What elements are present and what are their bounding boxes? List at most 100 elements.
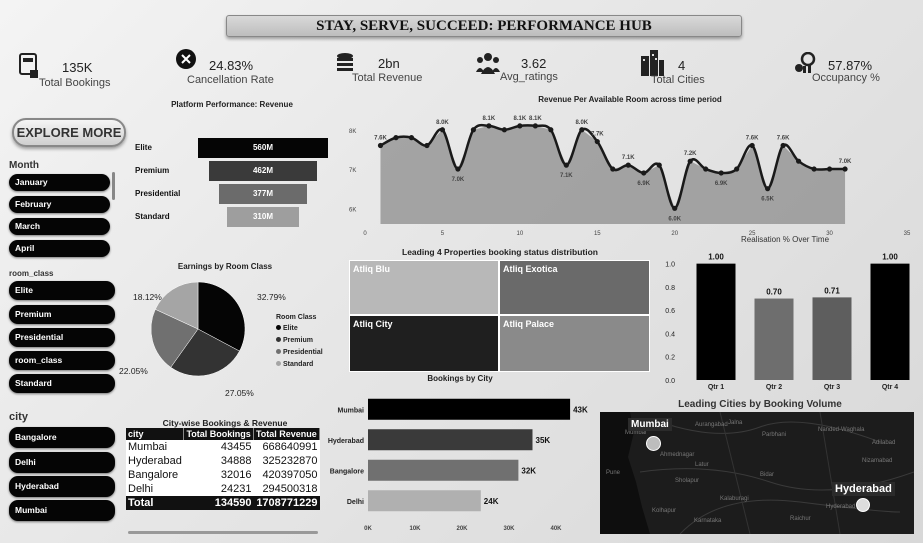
revpar-point[interactable] (470, 127, 476, 133)
bbc-bar[interactable] (368, 429, 533, 451)
revpar-point[interactable] (501, 127, 507, 133)
revpar-point[interactable] (625, 162, 631, 168)
bbc-data-label: 35K (536, 436, 551, 445)
revpar-point[interactable] (641, 170, 647, 176)
revpar-point[interactable] (424, 142, 430, 149)
pie-legend-item[interactable]: Presidential (276, 347, 323, 359)
revpar-point[interactable] (548, 127, 554, 133)
pie-legend: Elite Premium Presidential Standard (276, 323, 323, 371)
revpar-point[interactable] (780, 142, 786, 149)
slicer-item-hyderabad[interactable]: Hyderabad (9, 476, 115, 497)
revpar-point[interactable] (579, 127, 585, 133)
revpar-point[interactable] (455, 166, 461, 172)
treemap-title: Leading 4 Properties booking status dist… (402, 247, 598, 257)
slicer-item-presidential[interactable]: Presidential (9, 328, 115, 347)
map-bubble-mumbai[interactable] (646, 436, 661, 451)
slicer-item-february[interactable]: February (9, 196, 110, 213)
funnel-bar[interactable]: 462M (209, 161, 317, 181)
revpar-data-label: 6.9K (637, 181, 650, 187)
pie-legend-item[interactable]: Premium (276, 335, 323, 347)
revpar-point[interactable] (594, 138, 600, 145)
slicer-item-bangalore[interactable]: Bangalore (9, 427, 115, 448)
revpar-point[interactable] (734, 166, 740, 172)
bbc-data-label: 43K (573, 405, 588, 414)
revpar-point[interactable] (563, 162, 569, 168)
legend-dot-icon (276, 361, 281, 366)
revpar-x-tick: 20 (671, 231, 678, 237)
funnel-bar[interactable]: 377M (219, 184, 307, 204)
slicer-item-mumbai[interactable]: Mumbai (9, 500, 115, 521)
realisation-bar[interactable] (696, 263, 736, 380)
revpar-point[interactable] (796, 158, 802, 164)
treemap-tile-atliq-blu[interactable]: Atliq Blu (349, 260, 499, 315)
slicer-item-january[interactable]: January (9, 174, 110, 191)
revpar-point[interactable] (393, 135, 399, 141)
kpi-value: 24.83% (209, 58, 254, 73)
revpar-point[interactable] (687, 158, 693, 164)
kpi-label: Cancellation Rate (187, 74, 274, 86)
table-scrollbar[interactable] (128, 531, 318, 534)
cell: 1708771229 (253, 496, 320, 510)
tile-label: Atliq Exotica (503, 264, 558, 274)
bbc-bar[interactable] (368, 398, 571, 420)
revpar-point[interactable] (439, 127, 446, 133)
revpar-point[interactable] (408, 135, 415, 141)
revpar-point[interactable] (486, 123, 492, 129)
revpar-point[interactable] (610, 166, 616, 172)
revpar-point[interactable] (517, 123, 523, 129)
col-header-city[interactable]: city (126, 428, 185, 440)
slicer-item-premium[interactable]: Premium (9, 305, 115, 324)
revpar-x-tick: 10 (517, 231, 524, 237)
treemap-tile-atliq-city[interactable]: Atliq City (349, 315, 499, 372)
funnel-bar[interactable]: 560M (198, 138, 328, 158)
revpar-point[interactable] (842, 166, 848, 172)
revpar-point[interactable] (672, 205, 678, 211)
treemap-tile-atliq-palace[interactable]: Atliq Palace (499, 315, 650, 372)
realisation-bar[interactable] (870, 263, 910, 380)
realisation-y-tick: 0.2 (665, 355, 675, 362)
revpar-point[interactable] (826, 166, 833, 172)
month-scrollbar[interactable] (112, 172, 115, 200)
slicer-item-delhi[interactable]: Delhi (9, 452, 115, 473)
revpar-point[interactable] (811, 166, 817, 172)
city-map[interactable]: Pune Ahmednagar Aurangabad Jalna Parbhan… (600, 412, 914, 534)
funnel-bar[interactable]: 310M (227, 207, 299, 227)
revpar-point[interactable] (532, 123, 538, 129)
bbc-x-tick: 40K (550, 526, 562, 532)
map-bubble-hyderabad[interactable] (856, 498, 870, 512)
col-header-bookings[interactable]: Total Bookings (183, 428, 254, 440)
slicer-item-april[interactable]: April (9, 240, 110, 257)
pie-data-label: 22.05% (119, 366, 148, 376)
revpar-point[interactable] (765, 186, 771, 192)
slicer-item-standard[interactable]: Standard (9, 374, 115, 393)
slicer-item-march[interactable]: March (9, 218, 110, 235)
revpar-point[interactable] (656, 162, 662, 168)
revpar-point[interactable] (703, 166, 709, 172)
col-header-revenue[interactable]: Total Revenue (253, 428, 321, 440)
revpar-point[interactable] (377, 142, 384, 149)
slicer-item-room-class[interactable]: room_class (9, 351, 115, 370)
pie-legend-title: Room Class (276, 314, 317, 321)
pie-legend-item[interactable]: Elite (276, 323, 323, 335)
revpar-x-tick: 0 (363, 231, 367, 237)
pie-legend-item[interactable]: Standard (276, 359, 323, 371)
revpar-point[interactable] (749, 142, 755, 149)
realisation-column-chart: 0.0 0.2 0.4 0.6 0.8 1.0 1.00 Qtr 1 0.70 Qtr 2 0.71… (665, 253, 910, 391)
kpi-label: Total Revenue (352, 72, 423, 84)
realisation-bar[interactable] (754, 298, 794, 380)
cell: Mumbai (126, 440, 184, 454)
realisation-title: Realisation % Over Time (740, 235, 830, 244)
realisation-bar[interactable] (812, 297, 852, 380)
treemap-tile-atliq-exotica[interactable]: Atliq Exotica (499, 260, 650, 315)
revpar-x-tick: 35 (904, 231, 911, 237)
bbc-bar[interactable] (368, 490, 481, 512)
explore-more-button[interactable]: EXPLORE MORE (12, 118, 126, 147)
revpar-data-label: 7.2K (684, 151, 697, 157)
realisation-x-tick: Qtr 2 (766, 384, 782, 391)
kpi-value: 4 (678, 58, 686, 73)
kpi-revenue: 2bn Total Revenue (336, 50, 456, 90)
slicer-item-elite[interactable]: Elite (9, 281, 115, 300)
cell: Total (126, 496, 184, 510)
bbc-bar[interactable] (368, 459, 519, 481)
revpar-point[interactable] (718, 170, 724, 176)
